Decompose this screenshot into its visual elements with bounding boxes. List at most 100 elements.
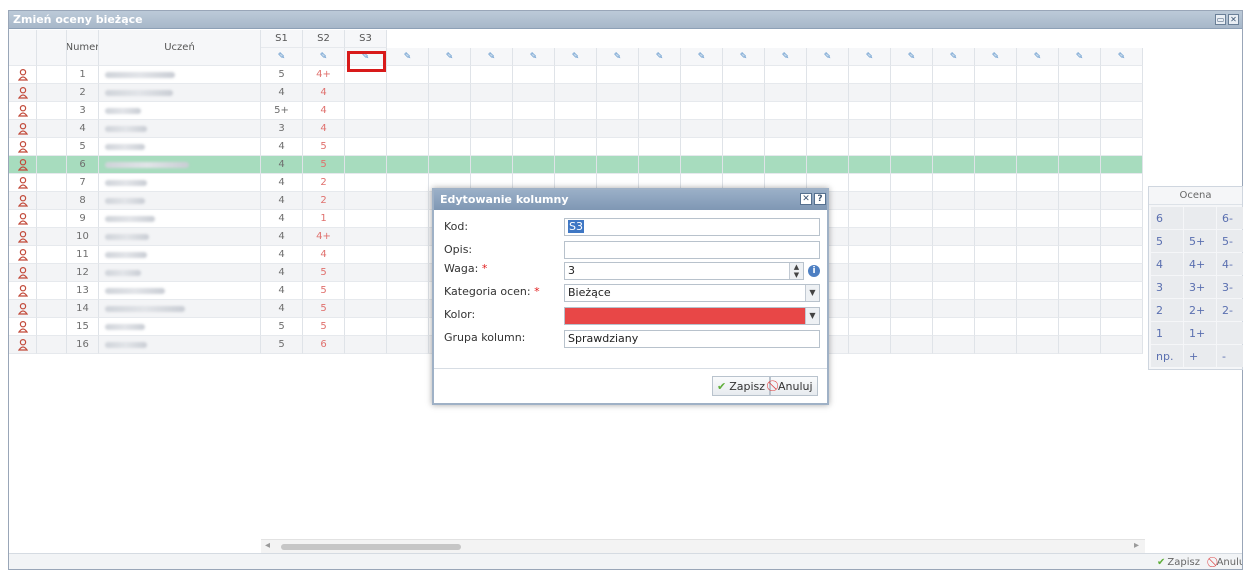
grade-empty-cell[interactable] xyxy=(345,318,387,336)
grade-empty-cell[interactable] xyxy=(387,318,429,336)
grade-empty-cell[interactable] xyxy=(933,264,975,282)
grade-empty-cell[interactable] xyxy=(933,192,975,210)
grade-empty-cell[interactable] xyxy=(891,120,933,138)
grade-empty-cell[interactable] xyxy=(975,66,1017,84)
grade-empty-cell[interactable] xyxy=(849,192,891,210)
grade-empty-cell[interactable] xyxy=(891,210,933,228)
grade-empty-cell[interactable] xyxy=(933,156,975,174)
grade-option-button[interactable]: 3- xyxy=(1217,276,1243,298)
scroll-left-icon[interactable]: ◂ xyxy=(265,540,270,551)
grade-empty-cell[interactable] xyxy=(639,156,681,174)
grade-empty-cell[interactable] xyxy=(429,66,471,84)
grade-empty-cell[interactable] xyxy=(1059,282,1101,300)
grade-empty-cell[interactable] xyxy=(597,84,639,102)
grade-empty-cell[interactable] xyxy=(765,66,807,84)
grade-empty-cell[interactable] xyxy=(975,336,1017,354)
grade-empty-cell[interactable] xyxy=(849,156,891,174)
close-icon[interactable]: ✕ xyxy=(1228,14,1239,25)
grade-option-button[interactable]: 5+ xyxy=(1184,230,1216,252)
grade-empty-cell[interactable] xyxy=(891,156,933,174)
grade-empty-cell[interactable] xyxy=(387,336,429,354)
grade-empty-cell[interactable] xyxy=(345,336,387,354)
grade-option-button[interactable]: 6 xyxy=(1151,207,1183,229)
grade-empty-cell[interactable] xyxy=(765,84,807,102)
grade-empty-cell[interactable] xyxy=(345,282,387,300)
grade-empty-cell[interactable] xyxy=(1101,174,1143,192)
grade-option-button[interactable]: 5- xyxy=(1217,230,1243,252)
grade-s2-cell[interactable]: 5 xyxy=(303,300,345,318)
grade-empty-cell[interactable] xyxy=(975,318,1017,336)
grade-empty-cell[interactable] xyxy=(1059,300,1101,318)
grade-empty-cell[interactable] xyxy=(849,300,891,318)
grade-empty-cell[interactable] xyxy=(1017,318,1059,336)
grade-empty-cell[interactable] xyxy=(387,282,429,300)
uczen-cell[interactable] xyxy=(99,336,261,354)
grade-empty-cell[interactable] xyxy=(1017,228,1059,246)
edit-column-12-button[interactable]: ✎ xyxy=(723,48,765,66)
grade-empty-cell[interactable] xyxy=(975,84,1017,102)
bottom-save-button[interactable]: ✔ Zapisz xyxy=(1157,555,1200,569)
grade-empty-cell[interactable] xyxy=(387,66,429,84)
grade-empty-cell[interactable] xyxy=(429,138,471,156)
grade-empty-cell[interactable] xyxy=(975,120,1017,138)
grade-empty-cell[interactable] xyxy=(345,228,387,246)
grade-empty-cell[interactable] xyxy=(1101,210,1143,228)
table-row[interactable]: 1 5 4+ xyxy=(9,66,1145,84)
grade-s2-cell[interactable]: 5 xyxy=(303,138,345,156)
grade-empty-cell[interactable] xyxy=(1101,102,1143,120)
grade-empty-cell[interactable] xyxy=(1101,300,1143,318)
grade-empty-cell[interactable] xyxy=(681,120,723,138)
grade-empty-cell[interactable] xyxy=(387,246,429,264)
grade-empty-cell[interactable] xyxy=(1017,174,1059,192)
grade-empty-cell[interactable] xyxy=(555,156,597,174)
grade-option-button[interactable]: 2- xyxy=(1217,299,1243,321)
grade-empty-cell[interactable] xyxy=(555,102,597,120)
grade-option-button[interactable]: 1 xyxy=(1151,322,1183,344)
grade-option-button[interactable]: 4 xyxy=(1151,253,1183,275)
grade-empty-cell[interactable] xyxy=(1017,264,1059,282)
grade-empty-cell[interactable] xyxy=(597,66,639,84)
table-row[interactable]: 6 45 xyxy=(9,156,1145,174)
grade-s1-cell[interactable]: 4 xyxy=(261,84,303,102)
grade-empty-cell[interactable] xyxy=(1101,156,1143,174)
grade-empty-cell[interactable] xyxy=(723,156,765,174)
uczen-cell[interactable] xyxy=(99,318,261,336)
grade-s2-cell[interactable]: 4+ xyxy=(303,228,345,246)
grade-empty-cell[interactable] xyxy=(1101,120,1143,138)
grade-s2-cell[interactable]: 5 xyxy=(303,282,345,300)
grade-empty-cell[interactable] xyxy=(849,84,891,102)
grade-empty-cell[interactable] xyxy=(933,102,975,120)
edit-column-2-button[interactable]: ✎ xyxy=(303,48,345,66)
edit-column-13-button[interactable]: ✎ xyxy=(765,48,807,66)
grade-empty-cell[interactable] xyxy=(975,102,1017,120)
grade-empty-cell[interactable] xyxy=(639,66,681,84)
grade-empty-cell[interactable] xyxy=(933,138,975,156)
grade-empty-cell[interactable] xyxy=(597,120,639,138)
table-row[interactable]: 3 5+ 4 xyxy=(9,102,1145,120)
uczen-cell[interactable] xyxy=(99,138,261,156)
grade-empty-cell[interactable] xyxy=(849,66,891,84)
grade-empty-cell[interactable] xyxy=(807,66,849,84)
grade-empty-cell[interactable] xyxy=(345,192,387,210)
grade-empty-cell[interactable] xyxy=(1101,246,1143,264)
grade-empty-cell[interactable] xyxy=(849,318,891,336)
grade-empty-cell[interactable] xyxy=(891,192,933,210)
grade-empty-cell[interactable] xyxy=(387,84,429,102)
grade-option-button[interactable]: 2+ xyxy=(1184,299,1216,321)
edit-column-18-button[interactable]: ✎ xyxy=(975,48,1017,66)
grade-empty-cell[interactable] xyxy=(891,282,933,300)
grade-empty-cell[interactable] xyxy=(681,84,723,102)
grade-s2-cell[interactable]: 6 xyxy=(303,336,345,354)
grade-empty-cell[interactable] xyxy=(387,192,429,210)
grade-option-button[interactable]: 3 xyxy=(1151,276,1183,298)
edit-column-7-button[interactable]: ✎ xyxy=(513,48,555,66)
grade-empty-cell[interactable] xyxy=(1059,102,1101,120)
grade-empty-cell[interactable] xyxy=(933,174,975,192)
grade-empty-cell[interactable] xyxy=(1017,300,1059,318)
grade-empty-cell[interactable] xyxy=(345,246,387,264)
grade-s1-cell[interactable]: 4 xyxy=(261,192,303,210)
uczen-cell[interactable] xyxy=(99,84,261,102)
edit-column-10-button[interactable]: ✎ xyxy=(639,48,681,66)
grade-s1-cell[interactable]: 5 xyxy=(261,66,303,84)
dialog-help-icon[interactable]: ? xyxy=(814,193,826,205)
